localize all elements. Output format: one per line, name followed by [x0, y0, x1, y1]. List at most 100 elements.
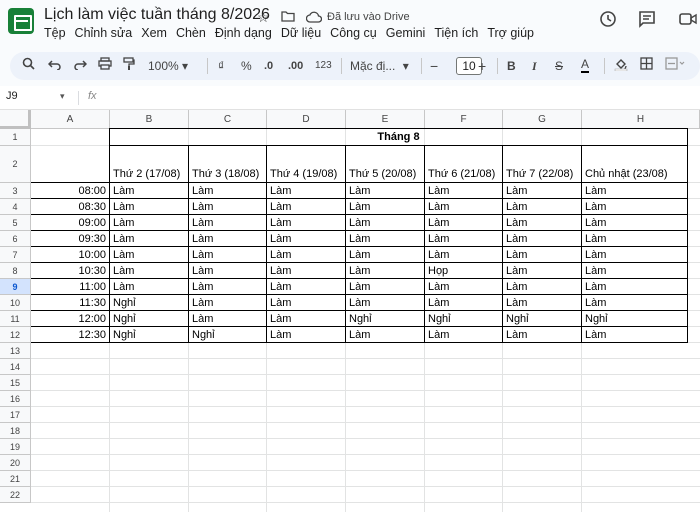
- menu-file[interactable]: Tệp: [44, 26, 66, 40]
- schedule-cell[interactable]: Làm: [267, 327, 345, 342]
- row-header-18[interactable]: 18: [0, 423, 31, 439]
- schedule-cell[interactable]: Làm: [503, 199, 581, 214]
- schedule-cell[interactable]: Làm: [425, 183, 502, 198]
- schedule-cell[interactable]: Làm: [110, 183, 188, 198]
- number-format-button[interactable]: 123: [315, 57, 332, 75]
- row-header-20[interactable]: 20: [0, 455, 31, 471]
- row-header-1[interactable]: 1: [0, 129, 31, 146]
- schedule-cell[interactable]: Làm: [189, 311, 266, 326]
- schedule-cell[interactable]: Làm: [582, 231, 687, 246]
- row-header-22[interactable]: 22: [0, 487, 31, 503]
- menu-edit[interactable]: Chỉnh sửa: [75, 26, 133, 40]
- row-header-16[interactable]: 16: [0, 391, 31, 407]
- search-menus-icon[interactable]: [22, 57, 35, 75]
- undo-icon[interactable]: [47, 57, 62, 75]
- schedule-cell[interactable]: Làm: [425, 279, 502, 294]
- schedule-cell[interactable]: Làm: [582, 295, 687, 310]
- time-cell[interactable]: 12:00: [31, 311, 109, 326]
- formula-input[interactable]: [110, 89, 690, 107]
- currency-format-button[interactable]: ₫: [218, 57, 224, 75]
- document-title[interactable]: Lịch làm việc tuần tháng 8/2026: [44, 6, 270, 24]
- schedule-cell[interactable]: Làm: [503, 183, 581, 198]
- schedule-cell[interactable]: Nghỉ: [110, 295, 188, 310]
- row-header-7[interactable]: 7: [0, 247, 31, 263]
- schedule-cell[interactable]: Làm: [582, 183, 687, 198]
- row-header-11[interactable]: 11: [0, 311, 31, 327]
- column-header-c[interactable]: C: [189, 110, 267, 129]
- bold-button[interactable]: B: [507, 57, 516, 75]
- day-header[interactable]: Thứ 2 (17/08): [110, 166, 188, 182]
- schedule-cell[interactable]: Làm: [503, 295, 581, 310]
- menu-format[interactable]: Định dạng: [215, 26, 272, 40]
- schedule-cell[interactable]: Làm: [267, 215, 345, 230]
- time-cell[interactable]: 08:30: [31, 199, 109, 214]
- schedule-cell[interactable]: Làm: [267, 199, 345, 214]
- day-header[interactable]: Chủ nhật (23/08): [582, 166, 687, 182]
- history-icon[interactable]: [599, 10, 617, 33]
- chevron-down-icon[interactable]: ▾: [60, 91, 65, 102]
- cloud-saved-icon[interactable]: [305, 10, 323, 26]
- schedule-cell[interactable]: Làm: [110, 247, 188, 262]
- zoom-select[interactable]: 100% ▾: [148, 57, 188, 75]
- time-cell[interactable]: 08:00: [31, 183, 109, 198]
- name-box[interactable]: J9: [6, 90, 18, 102]
- schedule-cell[interactable]: Làm: [267, 247, 345, 262]
- column-header-d[interactable]: D: [267, 110, 346, 129]
- schedule-cell[interactable]: Làm: [346, 183, 424, 198]
- star-icon[interactable]: ☆: [257, 9, 270, 26]
- row-header-9[interactable]: 9: [0, 279, 31, 295]
- row-header-5[interactable]: 5: [0, 215, 31, 231]
- schedule-cell[interactable]: Nghỉ: [110, 327, 188, 342]
- increase-font-size-button[interactable]: +: [478, 57, 486, 75]
- column-header-e[interactable]: E: [346, 110, 425, 129]
- schedule-cell[interactable]: Làm: [346, 263, 424, 278]
- redo-icon[interactable]: [73, 57, 88, 75]
- menu-data[interactable]: Dữ liệu: [281, 26, 321, 40]
- schedule-cell[interactable]: Làm: [503, 279, 581, 294]
- schedule-cell[interactable]: Làm: [267, 295, 345, 310]
- schedule-cell[interactable]: Làm: [346, 215, 424, 230]
- row-header-6[interactable]: 6: [0, 231, 31, 247]
- menu-insert[interactable]: Chèn: [176, 26, 206, 40]
- schedule-cell[interactable]: Làm: [189, 231, 266, 246]
- schedule-cell[interactable]: Làm: [189, 247, 266, 262]
- sheets-logo-icon[interactable]: [8, 8, 34, 34]
- schedule-cell[interactable]: Làm: [189, 263, 266, 278]
- schedule-cell[interactable]: Làm: [267, 311, 345, 326]
- decrease-decimal-button[interactable]: .0: [264, 57, 273, 75]
- meet-icon[interactable]: [679, 10, 697, 33]
- decrease-font-size-button[interactable]: −: [430, 57, 438, 75]
- column-header-b[interactable]: B: [110, 110, 189, 129]
- time-cell[interactable]: 09:00: [31, 215, 109, 230]
- schedule-cell[interactable]: Làm: [267, 279, 345, 294]
- row-header-15[interactable]: 15: [0, 375, 31, 391]
- time-cell[interactable]: 11:30: [31, 295, 109, 310]
- row-header-19[interactable]: 19: [0, 439, 31, 455]
- day-header[interactable]: Thứ 7 (22/08): [503, 166, 581, 182]
- select-all-corner[interactable]: [0, 110, 31, 129]
- schedule-cell[interactable]: Làm: [503, 231, 581, 246]
- schedule-cell[interactable]: Làm: [346, 199, 424, 214]
- saved-status[interactable]: Đã lưu vào Drive: [327, 11, 410, 23]
- schedule-cell[interactable]: Làm: [189, 295, 266, 310]
- schedule-cell[interactable]: Làm: [582, 215, 687, 230]
- row-header-2[interactable]: 2: [0, 146, 31, 183]
- strikethrough-button[interactable]: S: [555, 57, 563, 75]
- schedule-cell[interactable]: Làm: [503, 215, 581, 230]
- column-header-g[interactable]: G: [503, 110, 582, 129]
- column-header-h[interactable]: H: [582, 110, 700, 129]
- schedule-cell[interactable]: Nghỉ: [110, 311, 188, 326]
- month-header[interactable]: Tháng 8: [110, 129, 687, 146]
- schedule-cell[interactable]: Làm: [425, 231, 502, 246]
- schedule-cell[interactable]: Làm: [267, 183, 345, 198]
- schedule-cell[interactable]: Làm: [189, 215, 266, 230]
- fill-color-icon[interactable]: [614, 57, 628, 76]
- schedule-cell[interactable]: Làm: [110, 263, 188, 278]
- schedule-cell[interactable]: Làm: [346, 279, 424, 294]
- paint-format-icon[interactable]: [123, 57, 135, 76]
- schedule-cell[interactable]: Làm: [425, 199, 502, 214]
- schedule-cell[interactable]: Làm: [110, 231, 188, 246]
- schedule-cell[interactable]: Làm: [582, 279, 687, 294]
- time-cell[interactable]: 10:00: [31, 247, 109, 262]
- schedule-cell[interactable]: Làm: [346, 247, 424, 262]
